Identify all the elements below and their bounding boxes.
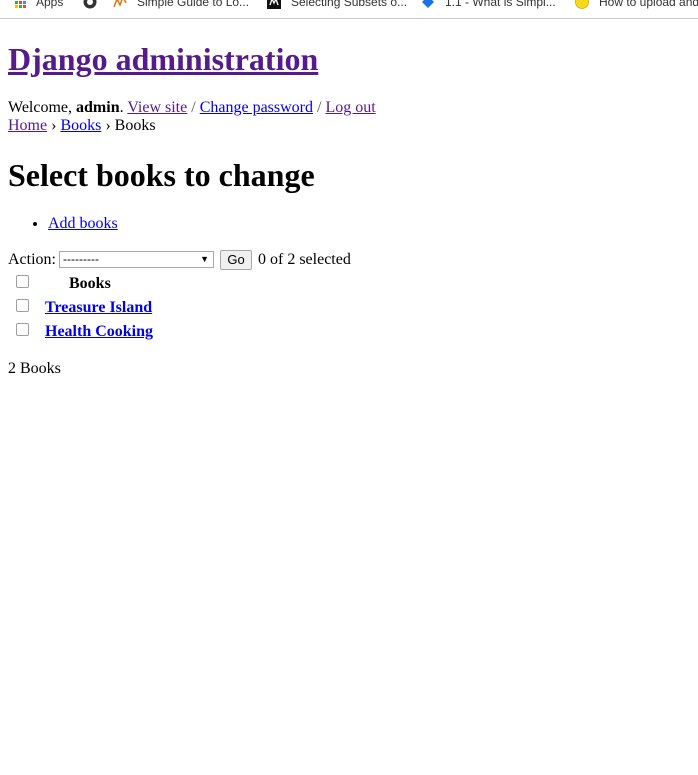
welcome-text: Welcome,	[8, 99, 73, 116]
row-title-cell: Health Cooking	[45, 320, 153, 344]
bookmark-github[interactable]	[83, 0, 107, 10]
bookmark-simple-guide[interactable]: Simple Guide to Lo...	[113, 0, 249, 10]
bookmarks-bar: Apps Simple Guide to Lo... Selecting Sub…	[0, 0, 698, 19]
action-select[interactable]: --------- ▼	[59, 251, 214, 268]
bookmark-label: Simple Guide to Lo...	[137, 0, 250, 9]
bookmark-apps[interactable]: Apps	[15, 0, 63, 10]
shield-icon	[422, 0, 434, 8]
breadcrumb-separator: ›	[51, 117, 57, 134]
table-row: Treasure Island	[8, 296, 153, 320]
github-icon	[83, 0, 97, 9]
change-password-link[interactable]: Change password	[200, 99, 313, 116]
separator: /	[317, 99, 322, 116]
go-button[interactable]: Go	[220, 249, 252, 270]
bookmark-what-is-simple[interactable]: 1.1 - What is Simpl...	[421, 0, 556, 10]
action-select-value: ---------	[63, 252, 99, 266]
bookmark-label: How to upload and...	[599, 0, 698, 9]
row-title-cell: Treasure Island	[45, 296, 153, 320]
actions-bar: Action: --------- ▼ Go 0 of 2 selected	[8, 249, 351, 270]
dropdown-arrow-icon: ▼	[200, 254, 209, 264]
apps-grid-icon	[15, 0, 26, 8]
book-link[interactable]: Health Cooking	[45, 323, 153, 340]
object-tools: Add books	[8, 215, 118, 233]
breadcrumb: Home › Books › Books	[8, 117, 156, 135]
row-checkbox[interactable]	[16, 299, 29, 312]
action-counter: 0 of 2 selected	[258, 250, 351, 268]
mode-logo-icon	[267, 0, 281, 9]
view-site-link[interactable]: View site	[127, 99, 187, 116]
table-header-row: Books	[8, 272, 153, 296]
book-link[interactable]: Treasure Island	[45, 299, 152, 316]
bookmark-how-to-upload[interactable]: How to upload and...	[575, 0, 698, 10]
row-select-cell	[8, 296, 45, 320]
bookmark-label: 1.1 - What is Simpl...	[445, 0, 556, 9]
user-tools: Welcome, admin. View site / Change passw…	[8, 99, 376, 116]
object-tools-item: Add books	[48, 215, 118, 233]
username: admin	[76, 99, 120, 116]
action-label: Action:	[8, 250, 56, 268]
chart-line-icon	[113, 0, 127, 8]
row-checkbox[interactable]	[16, 323, 29, 336]
breadcrumb-app-link[interactable]: Books	[60, 117, 101, 134]
add-books-link[interactable]: Add books	[48, 215, 118, 232]
bookmark-label: Apps	[36, 0, 64, 9]
smiley-icon	[575, 0, 589, 9]
log-out-link[interactable]: Log out	[325, 99, 375, 116]
row-select-cell	[8, 320, 45, 344]
site-title: Django administration	[8, 39, 318, 79]
page-title: Select books to change	[8, 157, 315, 193]
breadcrumb-home-link[interactable]: Home	[8, 117, 47, 134]
breadcrumb-current: Books	[114, 117, 156, 134]
separator: /	[191, 99, 196, 116]
paginator: 2 Books	[8, 360, 61, 377]
bookmark-selecting-subsets[interactable]: Selecting Subsets o...	[267, 0, 407, 10]
select-all-cell	[8, 272, 45, 296]
bookmark-label: Selecting Subsets o...	[291, 0, 408, 9]
column-header-books[interactable]: Books	[45, 272, 153, 296]
result-list: Books Treasure Island Health Cooking	[8, 272, 153, 344]
site-title-link[interactable]: Django administration	[8, 41, 318, 77]
select-all-checkbox[interactable]	[16, 275, 29, 288]
table-row: Health Cooking	[8, 320, 153, 344]
breadcrumb-separator: ›	[105, 117, 111, 134]
